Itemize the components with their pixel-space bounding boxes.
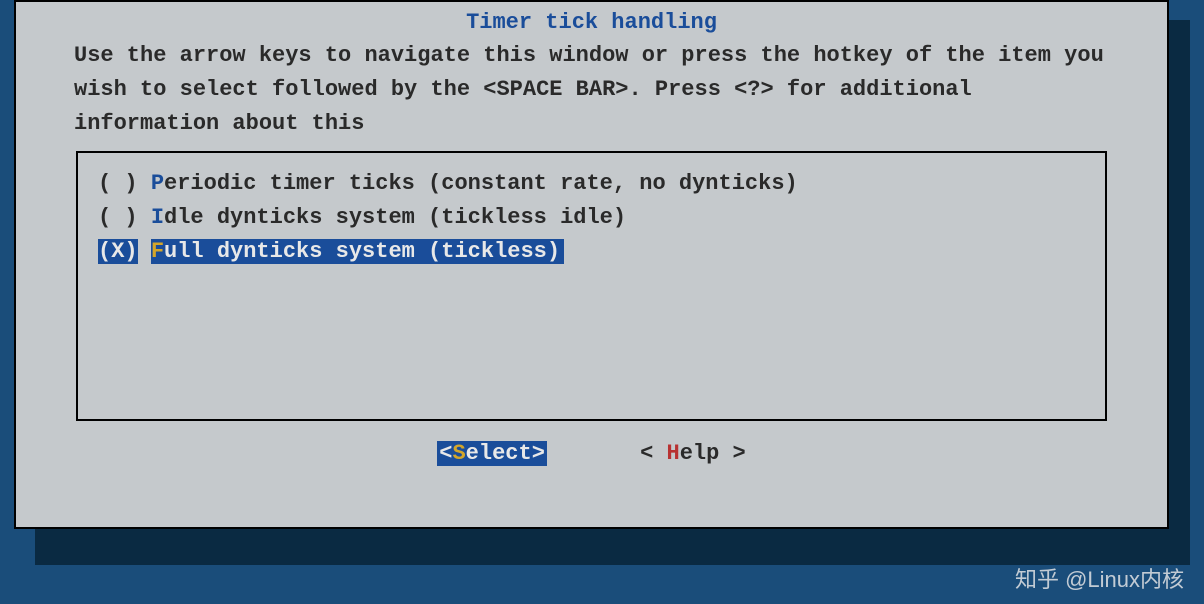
option-hotkey: P	[151, 171, 164, 196]
watermark: 知乎 @Linux内核	[1015, 562, 1184, 594]
help-text: Use the arrow keys to navigate this wind…	[36, 39, 1147, 141]
help-button[interactable]: < Help >	[640, 441, 746, 466]
menuconfig-dialog: Timer tick handling Use the arrow keys t…	[14, 0, 1169, 529]
options-box: ( ) Periodic timer ticks (constant rate,…	[76, 151, 1107, 421]
select-button[interactable]: <Select>	[437, 441, 547, 466]
option-idle-dynticks[interactable]: ( ) Idle dynticks system (tickless idle)	[88, 201, 1095, 235]
option-hotkey: F	[151, 239, 164, 264]
option-label: dle dynticks system (tickless idle)	[164, 205, 626, 230]
option-periodic[interactable]: ( ) Periodic timer ticks (constant rate,…	[88, 167, 1095, 201]
radio-unchecked-icon: ( )	[98, 205, 138, 230]
radio-checked-icon: (X)	[98, 239, 138, 264]
radio-unchecked-icon: ( )	[98, 171, 138, 196]
option-full-dynticks[interactable]: (X) Full dynticks system (tickless)	[88, 235, 1095, 269]
option-label-wrap: Full dynticks system (tickless)	[151, 239, 564, 264]
option-label: eriodic timer ticks (constant rate, no d…	[164, 171, 798, 196]
option-hotkey: I	[151, 205, 164, 230]
option-label: ull dynticks system (tickless)	[164, 239, 560, 264]
dialog-title: Timer tick handling	[36, 10, 1147, 35]
button-row: <Select> < Help >	[36, 441, 1147, 466]
